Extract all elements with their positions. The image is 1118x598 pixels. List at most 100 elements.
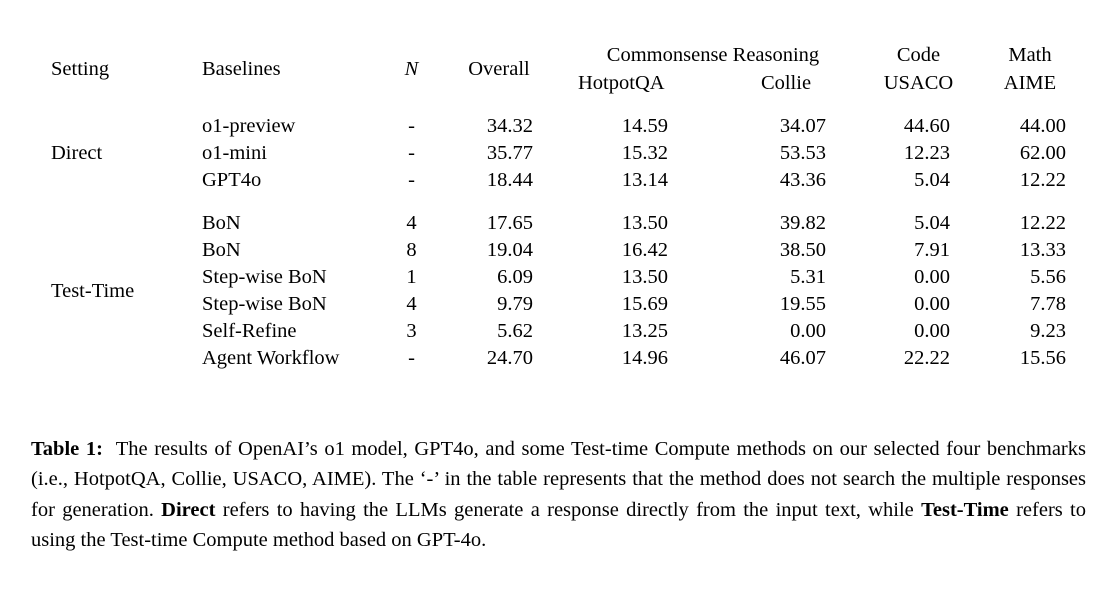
collie-value: 43.36 bbox=[779, 169, 826, 191]
baseline-name: Step-wise BoN bbox=[202, 266, 327, 288]
hotpotqa-value: 16.42 bbox=[621, 239, 668, 261]
aime-value: 5.56 bbox=[1030, 266, 1066, 288]
overall-value: 24.70 bbox=[486, 347, 533, 369]
baseline-name: o1-preview bbox=[202, 115, 296, 137]
aime-value: 12.22 bbox=[1019, 212, 1066, 234]
collie-value: 39.82 bbox=[779, 212, 826, 234]
collie-value: 34.07 bbox=[779, 115, 826, 137]
hotpotqa-value: 13.14 bbox=[621, 169, 668, 191]
table-row: Step-wise BoN 1 6.09 13.50 5.31 0.00 5.5… bbox=[33, 264, 1085, 291]
baseline-name: GPT4o bbox=[202, 169, 262, 191]
usaco-value: 0.00 bbox=[914, 293, 950, 315]
baseline-name: o1-mini bbox=[202, 142, 267, 164]
overall-value: 9.79 bbox=[497, 293, 533, 315]
n-value: 4 bbox=[406, 293, 417, 315]
section-label-direct: Direct bbox=[51, 142, 103, 164]
baseline-name: BoN bbox=[202, 212, 241, 234]
n-value: - bbox=[408, 347, 415, 369]
header-row-primary: Setting Baselines N Overall Commonsense … bbox=[33, 41, 1085, 80]
table-page: Setting Baselines N Overall Commonsense … bbox=[0, 0, 1118, 598]
n-value: - bbox=[408, 115, 415, 137]
overall-value: 35.77 bbox=[486, 142, 533, 164]
header-collie: Collie bbox=[760, 72, 812, 94]
collie-value: 19.55 bbox=[779, 293, 826, 315]
table-row: o1-mini - 35.77 15.32 53.53 12.23 62.00 bbox=[33, 140, 1085, 167]
aime-value: 12.22 bbox=[1019, 169, 1066, 191]
aime-value: 44.00 bbox=[1019, 115, 1066, 137]
aime-value: 15.56 bbox=[1019, 347, 1066, 369]
baseline-name: BoN bbox=[202, 239, 241, 261]
usaco-value: 22.22 bbox=[903, 347, 950, 369]
header-group-commonsense: Commonsense Reasoning bbox=[606, 44, 820, 66]
hotpotqa-value: 15.32 bbox=[621, 142, 668, 164]
n-value: 4 bbox=[406, 212, 417, 234]
header-top-spacer bbox=[33, 30, 1085, 41]
baseline-name: Agent Workflow bbox=[202, 347, 340, 369]
collie-value: 53.53 bbox=[779, 142, 826, 164]
hotpotqa-value: 13.25 bbox=[621, 320, 668, 342]
overall-value: 5.62 bbox=[497, 320, 533, 342]
table-row: Direct o1-preview - 34.32 14.59 34.07 44… bbox=[33, 113, 1085, 164]
hotpotqa-value: 15.69 bbox=[621, 293, 668, 315]
overall-value: 34.32 bbox=[486, 115, 533, 137]
caption-label: Table 1: bbox=[31, 438, 103, 460]
caption-bold-test-time: Test-Time bbox=[921, 498, 1009, 521]
table-row: Self-Refine 3 5.62 13.25 0.00 0.00 9.23 bbox=[33, 318, 1085, 345]
overall-value: 19.04 bbox=[486, 239, 533, 261]
table-row: Step-wise BoN 4 9.79 15.69 19.55 0.00 7.… bbox=[33, 291, 1085, 318]
direct-top-spacer bbox=[33, 105, 1085, 113]
aime-value: 62.00 bbox=[1019, 142, 1066, 164]
aime-value: 13.33 bbox=[1019, 239, 1066, 261]
table-row: GPT4o - 18.44 13.14 43.36 5.04 12.22 bbox=[33, 167, 1085, 194]
header-usaco: USACO bbox=[883, 72, 954, 94]
header-n: N bbox=[404, 58, 419, 80]
overall-value: 17.65 bbox=[486, 212, 533, 234]
testtime-top-spacer bbox=[33, 202, 1085, 210]
table-row: Test-Time BoN 4 17.65 13.50 39.82 5.04 1… bbox=[33, 210, 1085, 302]
collie-value: 5.31 bbox=[790, 266, 826, 288]
caption-text-part2: refers to having the LLMs generate a res… bbox=[215, 498, 922, 521]
n-value: 3 bbox=[406, 320, 417, 342]
hotpotqa-value: 13.50 bbox=[621, 212, 668, 234]
header-group-code: Code bbox=[896, 44, 941, 66]
header-overall: Overall bbox=[468, 58, 530, 80]
usaco-value: 0.00 bbox=[914, 320, 950, 342]
hotpotqa-value: 14.96 bbox=[621, 347, 668, 369]
n-value: - bbox=[408, 142, 415, 164]
baseline-name: Step-wise BoN bbox=[202, 293, 327, 315]
overall-value: 6.09 bbox=[497, 266, 533, 288]
header-bottom-spacer bbox=[33, 97, 1085, 105]
hotpotqa-value: 14.59 bbox=[621, 115, 668, 137]
header-aime: AIME bbox=[1003, 72, 1057, 94]
usaco-value: 44.60 bbox=[903, 115, 950, 137]
collie-value: 0.00 bbox=[790, 320, 826, 342]
direct-bottom-spacer bbox=[33, 194, 1085, 202]
results-table-container: Setting Baselines N Overall Commonsense … bbox=[33, 30, 1085, 383]
n-value: 8 bbox=[406, 239, 417, 261]
aime-value: 9.23 bbox=[1030, 320, 1066, 342]
results-table: Setting Baselines N Overall Commonsense … bbox=[33, 30, 1085, 383]
collie-value: 46.07 bbox=[779, 347, 826, 369]
aime-value: 7.78 bbox=[1030, 293, 1066, 315]
table-bottom-spacer bbox=[33, 372, 1085, 383]
usaco-value: 5.04 bbox=[914, 212, 950, 234]
hotpotqa-value: 13.50 bbox=[621, 266, 668, 288]
usaco-value: 12.23 bbox=[903, 142, 950, 164]
header-hotpotqa: HotpotQA bbox=[578, 72, 665, 94]
table-row: Agent Workflow - 24.70 14.96 46.07 22.22… bbox=[33, 345, 1085, 372]
table-caption: Table 1: The results of OpenAI’s o1 mode… bbox=[31, 434, 1086, 556]
caption-bold-direct: Direct bbox=[161, 498, 216, 521]
usaco-value: 0.00 bbox=[914, 266, 950, 288]
baseline-name: Self-Refine bbox=[202, 320, 297, 342]
n-value: 1 bbox=[406, 266, 417, 288]
collie-value: 38.50 bbox=[779, 239, 826, 261]
section-label-test-time: Test-Time bbox=[51, 279, 135, 302]
header-group-math: Math bbox=[1008, 44, 1052, 66]
usaco-value: 7.91 bbox=[914, 239, 950, 261]
overall-value: 18.44 bbox=[486, 169, 533, 191]
n-value: - bbox=[408, 169, 415, 191]
header-baselines: Baselines bbox=[202, 58, 281, 80]
header-setting: Setting bbox=[51, 58, 110, 80]
table-row: BoN 8 19.04 16.42 38.50 7.91 13.33 bbox=[33, 237, 1085, 264]
usaco-value: 5.04 bbox=[914, 169, 950, 191]
